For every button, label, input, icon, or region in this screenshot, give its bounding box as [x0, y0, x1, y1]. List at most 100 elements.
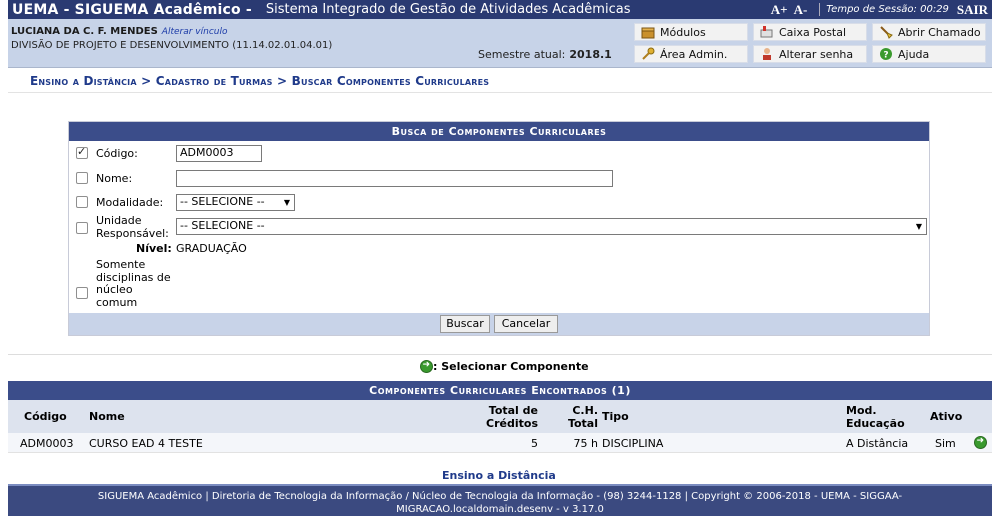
open-ticket-button[interactable]: Abrir Chamado	[872, 23, 986, 41]
codigo-checkbox[interactable]	[76, 145, 88, 159]
session-timer: Tempo de Sessão: 00:29	[826, 4, 949, 15]
box-icon	[641, 25, 655, 39]
unidade-label: Unidade Responsável:	[96, 214, 169, 240]
select-arrow-icon	[420, 360, 433, 373]
search-form-actions: Buscar Cancelar	[69, 313, 929, 335]
footer: SIGUEMA Acadêmico | Diretoria de Tecnolo…	[8, 484, 992, 516]
breadcrumb-separator: >	[141, 74, 152, 88]
divider	[819, 3, 821, 16]
cell-mod: A Distância	[846, 437, 909, 450]
footer-ead-link[interactable]: Ensino a Distância	[442, 469, 556, 482]
admin-area-button[interactable]: Área Admin.	[634, 45, 748, 63]
nucleo-label-line4: comum	[96, 295, 138, 309]
current-semester: Semestre atual: 2018.1	[478, 48, 612, 61]
search-form-body: Código: ADM0003 Nome: Modalidade: -- SEL…	[69, 141, 929, 313]
key-icon	[641, 47, 655, 61]
nome-row: Nome:	[69, 166, 929, 190]
col-mod: Mod. Educação	[846, 404, 905, 430]
user-department: DIVISÃO DE PROJETO E DESENVOLVIMENTO (11…	[11, 40, 333, 51]
select-arrow-icon	[974, 436, 987, 449]
top-bar: UEMA - SIGUEMA Acadêmico - Sistema Integ…	[8, 0, 992, 19]
search-form: Busca de Componentes Curriculares Código…	[68, 121, 930, 336]
col-creditos: Total de Créditos	[484, 404, 538, 430]
app-brand: UEMA - SIGUEMA Acadêmico -	[12, 1, 252, 18]
help-icon: ?	[879, 47, 893, 61]
modules-button[interactable]: Módulos	[634, 23, 748, 41]
unidade-row: Unidade Responsável: -- SELECIONE -- ▼	[69, 214, 929, 242]
change-password-button[interactable]: Alterar senha	[753, 45, 867, 63]
cell-tipo: DISCIPLINA	[602, 437, 664, 450]
dropdown-arrow-icon: ▼	[915, 222, 922, 231]
col-mod-line2: Educação	[846, 417, 905, 430]
col-mod-line1: Mod.	[846, 404, 877, 417]
nivel-label: Nível:	[136, 242, 172, 255]
mailbox-label: Caixa Postal	[779, 25, 847, 39]
col-ativo: Ativo	[930, 410, 963, 423]
codigo-input[interactable]: ADM0003	[176, 145, 262, 162]
font-increase-button[interactable]: A+	[771, 2, 788, 18]
nucleo-label-line2: disciplinas de	[96, 270, 171, 284]
divider	[8, 354, 992, 355]
nome-input[interactable]	[176, 170, 613, 187]
select-component-button[interactable]	[974, 436, 987, 452]
user-name: LUCIANA DA C. F. MENDES Alterar vínculo	[11, 26, 228, 37]
change-link[interactable]: Alterar vínculo	[162, 27, 228, 37]
table-row: ADM0003 CURSO EAD 4 TESTE 5 75 h DISCIPL…	[8, 433, 992, 453]
unidade-select[interactable]: -- SELECIONE -- ▼	[176, 218, 927, 235]
nome-checkbox[interactable]	[76, 172, 88, 184]
footer-line1: SIGUEMA Acadêmico | Diretoria de Tecnolo…	[97, 491, 903, 502]
breadcrumb-turmas[interactable]: Cadastro de Turmas	[156, 74, 273, 88]
codigo-row: Código: ADM0003	[69, 141, 929, 166]
breadcrumb: Ensino a Distância > Cadastro de Turmas …	[30, 74, 489, 88]
results-caption: Componentes Curriculares Encontrados (1)	[8, 381, 992, 400]
legend-text: : Selecionar Componente	[433, 360, 589, 373]
footer-line2: MIGRACAO.localdomain.desenv - v 3.17.0	[396, 504, 604, 515]
modalidade-label: Modalidade:	[96, 196, 164, 209]
change-password-label: Alterar senha	[779, 47, 854, 61]
font-decrease-button[interactable]: A-	[794, 2, 808, 18]
col-ch-line1: C.H.	[572, 404, 598, 417]
nucleo-row: Somente disciplinas de núcleo comum	[69, 258, 929, 313]
modalidade-checkbox[interactable]	[76, 196, 88, 208]
modules-label: Módulos	[660, 25, 706, 39]
modalidade-select[interactable]: -- SELECIONE -- ▼	[176, 194, 295, 211]
logout-button[interactable]: SAIR	[957, 2, 988, 18]
unidade-label-line2: Responsável:	[96, 227, 169, 240]
semester-label: Semestre atual:	[478, 48, 566, 61]
legend: : Selecionar Componente	[420, 360, 589, 373]
mailbox-icon	[760, 25, 774, 39]
dropdown-arrow-icon: ▼	[283, 198, 290, 207]
modalidade-selected: -- SELECIONE --	[180, 195, 265, 208]
help-label: Ajuda	[898, 47, 930, 61]
search-button[interactable]: Buscar	[440, 315, 490, 333]
mailbox-button[interactable]: Caixa Postal	[753, 23, 867, 41]
cell-ch: 75 h	[573, 437, 598, 450]
broom-icon	[879, 25, 893, 39]
page: UEMA - SIGUEMA Acadêmico - Sistema Integ…	[8, 0, 992, 516]
breadcrumb-current: Buscar Componentes Curriculares	[291, 74, 490, 88]
unidade-checkbox[interactable]	[76, 222, 88, 234]
search-form-caption: Busca de Componentes Curriculares	[69, 122, 929, 141]
nome-label: Nome:	[96, 172, 133, 185]
cancel-button[interactable]: Cancelar	[494, 315, 558, 333]
user-name-text: LUCIANA DA C. F. MENDES	[11, 26, 158, 37]
nucleo-checkbox[interactable]	[76, 287, 88, 299]
col-nome: Nome	[89, 410, 125, 423]
results-header: Código Nome Total de Créditos C.H. Total…	[8, 400, 992, 433]
results-table: Componentes Curriculares Encontrados (1)…	[8, 381, 992, 453]
system-name: Sistema Integrado de Gestão de Atividade…	[265, 2, 631, 17]
cell-ativo: Sim	[935, 437, 956, 450]
help-button[interactable]: ? Ajuda	[872, 45, 986, 63]
top-bar-right: A+ A- Tempo de Sessão: 00:29 SAIR	[771, 0, 988, 19]
semester-value: 2018.1	[569, 48, 612, 61]
cell-creditos: 5	[531, 437, 538, 450]
col-tipo: Tipo	[602, 410, 629, 423]
breadcrumb-ead[interactable]: Ensino a Distância	[30, 74, 137, 88]
user-key-icon	[760, 47, 774, 61]
modalidade-row: Modalidade: -- SELECIONE -- ▼	[69, 190, 929, 214]
svg-text:?: ?	[883, 51, 888, 61]
nucleo-label-line3: núcleo	[96, 283, 133, 296]
divider	[8, 92, 992, 93]
codigo-label: Código:	[96, 147, 138, 160]
cell-codigo: ADM0003	[20, 437, 74, 450]
